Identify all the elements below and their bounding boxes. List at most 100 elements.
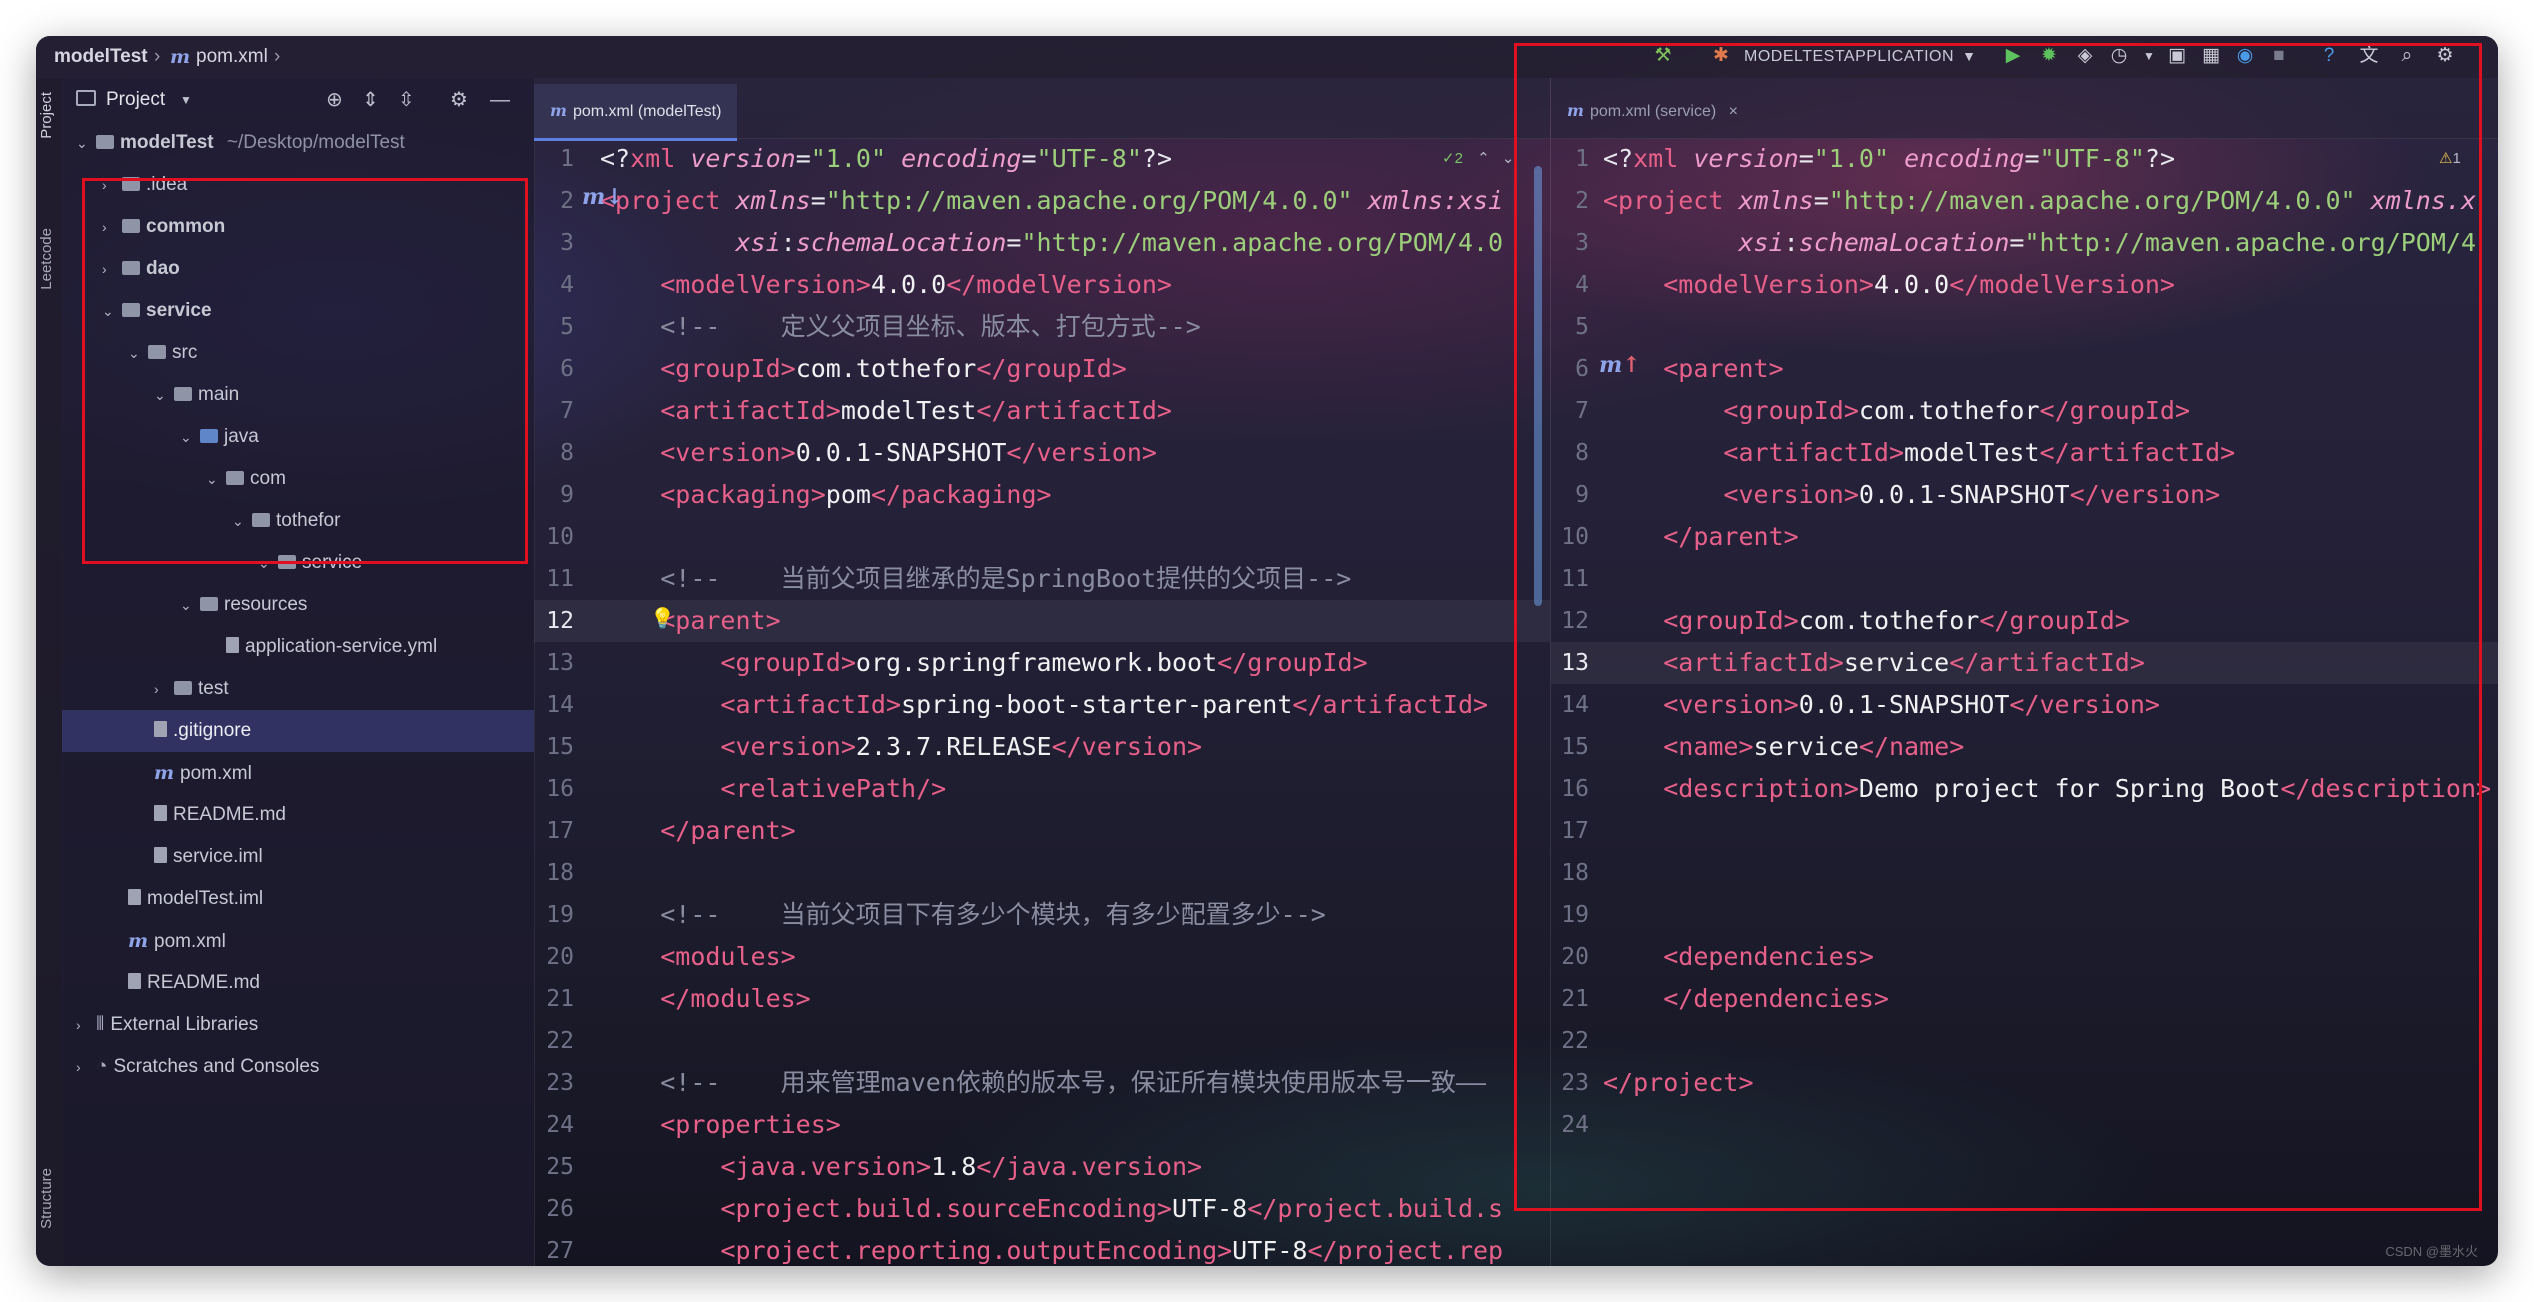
tree-item-gitignore[interactable]: .gitignore <box>62 710 534 752</box>
tree-item-modeltest-iml[interactable]: modelTest.iml <box>62 878 534 920</box>
tree-item-label: README.md <box>147 972 260 993</box>
module-folder-icon <box>96 135 114 149</box>
code-line: <!-- 定义父项目坐标、版本、打包方式--> <box>660 312 1201 341</box>
project-view-title[interactable]: Project <box>106 78 165 122</box>
tree-item-label: .gitignore <box>173 720 252 741</box>
tree-item-label: service.iml <box>173 846 263 867</box>
tree-item-external-libraries[interactable]: › ⦀ External Libraries <box>62 1004 534 1046</box>
tree-item-label: modelTest.iml <box>147 888 264 909</box>
line-number: 20 <box>546 944 574 970</box>
code-line: <!-- 当前父项目继承的是SpringBoot提供的父项目--> <box>660 564 1352 593</box>
line-number: 8 <box>560 440 574 466</box>
resources-folder-icon <box>200 597 218 611</box>
line-number: 2 <box>560 188 574 214</box>
line-number: 18 <box>546 860 574 886</box>
chevron-down-icon: ⌄ <box>76 135 88 151</box>
code-line: <packaging>pom</packaging> <box>660 480 1052 509</box>
line-number: 7 <box>560 398 574 424</box>
annotation-box-service-tree <box>82 178 528 564</box>
tree-item-label: pom.xml <box>180 763 252 784</box>
code-line: <groupId>org.springframework.boot</group… <box>720 648 1368 677</box>
tab-label: pom.xml (modelTest) <box>572 103 722 120</box>
lightbulb-icon[interactable]: 💡 <box>650 606 675 631</box>
line-number: 19 <box>546 902 574 928</box>
code-line: <project.build.sourceEncoding>UTF-8</pro… <box>720 1194 1504 1223</box>
line-number: 10 <box>546 524 574 550</box>
maven-icon: m <box>154 762 175 784</box>
maven-overrides-icon[interactable]: m↓ <box>582 184 624 210</box>
line-number: 22 <box>546 1028 574 1054</box>
code-line: <project.reporting.outputEncoding>UTF-8<… <box>720 1236 1504 1265</box>
line-number: 14 <box>546 692 574 718</box>
maven-icon: m <box>128 930 149 952</box>
tree-item-label: resources <box>224 594 308 615</box>
line-number: 1 <box>560 146 574 172</box>
watermark: CSDN @墨水火 <box>2385 1244 2478 1259</box>
structure-tool-button[interactable]: Structure <box>38 1168 55 1229</box>
annotation-box-service-pom <box>1514 43 2482 1211</box>
code-line: <java.version>1.8</java.version> <box>720 1152 1203 1181</box>
breadcrumb-project[interactable]: modelTest <box>54 36 148 78</box>
chevron-down-icon: ⌄ <box>180 597 192 613</box>
code-area[interactable]: 1 <?xml version="1.0" encoding="UTF-8"?> 2… <box>534 138 1550 1266</box>
line-number: 15 <box>546 734 574 760</box>
line-number: 27 <box>546 1238 574 1264</box>
inspection-widget[interactable]: ✓2 ⌃ ⌄ <box>1442 138 1514 180</box>
tree-item-service-readme[interactable]: README.md <box>62 794 534 836</box>
tree-item-application-yml[interactable]: application-service.yml <box>62 626 534 668</box>
tree-item-label: Scratches and Consoles <box>113 1056 320 1077</box>
tree-item-service-pom[interactable]: m pom.xml <box>62 752 534 794</box>
tool-window-stripe: Project Leetcode Structure <box>36 78 63 1266</box>
hide-panel-icon[interactable]: — <box>490 78 510 122</box>
project-tool-button[interactable]: Project <box>38 92 55 139</box>
gear-icon[interactable]: ⚙ <box>450 78 468 122</box>
chevron-down-icon[interactable]: ▼ <box>180 78 192 122</box>
line-number: 21 <box>546 986 574 1012</box>
tree-item-root-pom[interactable]: m pom.xml <box>62 920 534 962</box>
tree-item-test[interactable]: › test <box>62 668 534 710</box>
scratch-icon: ◔ <box>96 1056 108 1077</box>
tree-item-label: modelTest <box>120 132 214 153</box>
iml-file-icon <box>154 847 167 863</box>
project-panel-header: Project ▼ ⊕ ⇕ ⇳ ⚙ — <box>62 78 534 122</box>
inspection-count: 2 <box>1454 150 1463 167</box>
code-line: <properties> <box>660 1110 841 1139</box>
tree-item-resources[interactable]: ⌄ resources <box>62 584 534 626</box>
tree-item-root-readme[interactable]: README.md <box>62 962 534 1004</box>
folder-icon <box>174 681 192 695</box>
line-number: 25 <box>546 1154 574 1180</box>
leetcode-tool-button[interactable]: Leetcode <box>38 228 55 290</box>
code-line: </modules> <box>660 984 811 1013</box>
maven-icon: m <box>170 46 191 68</box>
tree-item-modeltest[interactable]: ⌄ modelTest ~/Desktop/modelTest <box>62 122 534 164</box>
line-number: 4 <box>560 272 574 298</box>
yaml-file-icon <box>226 637 239 653</box>
chevron-right-icon: › <box>274 46 281 67</box>
locate-file-icon[interactable]: ⊕ <box>326 78 343 122</box>
expand-all-icon[interactable]: ⇕ <box>362 78 379 122</box>
chevron-down-icon[interactable]: ⌄ <box>1502 150 1515 167</box>
line-number: 5 <box>560 314 574 340</box>
line-number: 23 <box>546 1070 574 1096</box>
tree-item-path: ~/Desktop/modelTest <box>226 132 405 153</box>
chevron-right-icon: › <box>154 46 161 67</box>
chevron-right-icon: › <box>76 1059 81 1075</box>
gitignore-file-icon <box>154 721 167 737</box>
line-number: 12 <box>546 608 574 634</box>
line-number: 3 <box>560 230 574 256</box>
tree-item-service-iml[interactable]: service.iml <box>62 836 534 878</box>
code-line: <artifactId>spring-boot-starter-parent</… <box>720 690 1489 719</box>
tree-item-label: External Libraries <box>110 1014 259 1035</box>
line-number: 11 <box>546 566 574 592</box>
line-number: 13 <box>546 650 574 676</box>
ide-window: modelTest › m pom.xml › ⚒ ✱ MODELTESTAPP… <box>36 36 2498 1266</box>
chevron-up-icon[interactable]: ⌃ <box>1477 150 1490 167</box>
tree-item-scratches[interactable]: › ◔ Scratches and Consoles <box>62 1046 534 1088</box>
tab-pom-modeltest[interactable]: m pom.xml (modelTest) <box>534 84 738 141</box>
project-view-icon <box>76 90 96 106</box>
breadcrumb-file[interactable]: pom.xml <box>196 36 268 78</box>
line-number: 16 <box>546 776 574 802</box>
code-line: <!-- 用来管理maven依赖的版本号，保证所有模块使用版本号一致—— <box>660 1068 1486 1097</box>
collapse-all-icon[interactable]: ⇳ <box>398 78 415 122</box>
code-line: <?xml version="1.0" encoding="UTF-8"?> <box>600 144 1173 173</box>
